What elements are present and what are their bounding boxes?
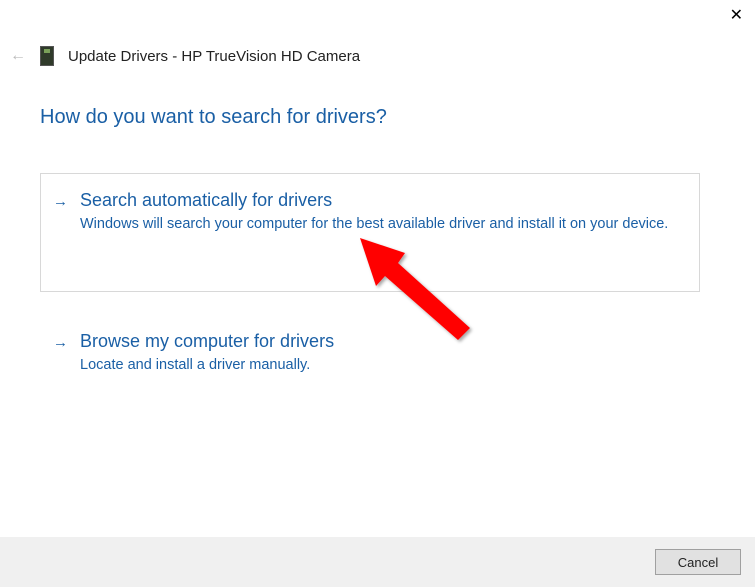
dialog-content: How do you want to search for drivers? →… xyxy=(40,106,700,394)
option-description: Windows will search your computer for th… xyxy=(80,215,668,235)
dialog-header: ← Update Drivers - HP TrueVision HD Came… xyxy=(10,46,360,66)
page-heading: How do you want to search for drivers? xyxy=(40,106,700,129)
option-body: Browse my computer for drivers Locate an… xyxy=(80,331,334,376)
arrow-right-icon: → xyxy=(53,193,68,210)
device-icon xyxy=(40,46,54,66)
arrow-right-icon: → xyxy=(53,334,68,351)
option-browse-computer[interactable]: → Browse my computer for drivers Locate … xyxy=(40,314,700,395)
option-search-automatically[interactable]: → Search automatically for drivers Windo… xyxy=(40,173,700,292)
dialog-footer: Cancel xyxy=(0,537,755,587)
option-body: Search automatically for drivers Windows… xyxy=(80,190,668,235)
back-arrow-icon: ← xyxy=(10,47,26,65)
option-title: Search automatically for drivers xyxy=(80,190,668,211)
cancel-button[interactable]: Cancel xyxy=(655,549,741,575)
option-description: Locate and install a driver manually. xyxy=(80,356,334,376)
dialog-title: Update Drivers - HP TrueVision HD Camera xyxy=(68,48,360,65)
close-button[interactable]: ✕ xyxy=(730,8,743,24)
option-title: Browse my computer for drivers xyxy=(80,331,334,352)
